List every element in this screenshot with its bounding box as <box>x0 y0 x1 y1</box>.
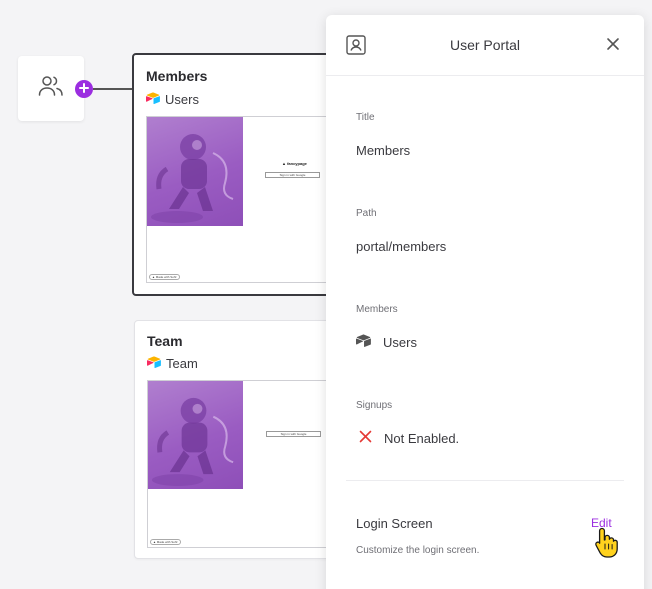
airtable-icon <box>147 356 161 371</box>
card-source: Team <box>147 356 198 371</box>
users-icon <box>38 75 64 102</box>
airtable-mono-icon <box>356 334 371 350</box>
card-title: Team <box>147 333 183 349</box>
screen-preview: ▲ fancypage Sign in with Google ▲ Made w… <box>146 116 330 283</box>
airtable-icon <box>146 92 160 107</box>
preview-artwork <box>147 117 243 226</box>
login-screen-description: Customize the login screen. <box>356 545 480 556</box>
section-divider <box>346 480 624 481</box>
screen-card-team[interactable]: Team Team Sign in with Google ▲ Made wit… <box>134 320 334 559</box>
title-value[interactable]: Members <box>356 143 410 158</box>
members-label: Members <box>356 304 398 315</box>
preview-badge: ▲ Made with Softr <box>150 539 181 545</box>
card-source: Users <box>146 92 199 107</box>
members-source[interactable]: Users <box>356 334 417 350</box>
card-title: Members <box>146 68 208 84</box>
signups-status[interactable]: Not Enabled. <box>359 430 459 446</box>
card-source-label: Users <box>165 92 199 107</box>
preview-logo: ▲ fancypage <box>282 161 307 166</box>
screen-card-members[interactable]: Members Users ▲ fancypage Sign in with G… <box>132 53 332 296</box>
preview-signin-button: Sign in with Google <box>265 172 320 178</box>
user-portal-panel: User Portal Title Members Path portal/me… <box>326 15 644 589</box>
card-source-label: Team <box>166 356 198 371</box>
add-step-button[interactable] <box>75 80 93 98</box>
flow-canvas: Members Users ▲ fancypage Sign in with G… <box>0 0 652 589</box>
node-connector <box>93 88 134 90</box>
preview-signin-button: Sign in with Google <box>266 431 321 437</box>
login-screen-title: Login Screen <box>356 516 433 531</box>
path-value[interactable]: portal/members <box>356 239 446 254</box>
x-icon <box>359 430 372 446</box>
title-label: Title <box>356 112 375 123</box>
preview-artwork <box>148 381 243 489</box>
panel-title: User Portal <box>449 37 521 53</box>
plus-icon <box>79 80 89 98</box>
preview-badge: ▲ Made with Softr <box>149 274 180 280</box>
panel-header: User Portal <box>326 15 644 76</box>
signups-status-label: Not Enabled. <box>384 430 460 446</box>
path-label: Path <box>356 208 377 219</box>
signups-label: Signups <box>356 400 393 411</box>
pointer-hand-icon <box>594 526 620 563</box>
screen-preview: Sign in with Google ▲ Made with Softr <box>147 380 333 548</box>
close-icon[interactable] <box>606 37 620 56</box>
members-source-label: Users <box>383 334 417 350</box>
